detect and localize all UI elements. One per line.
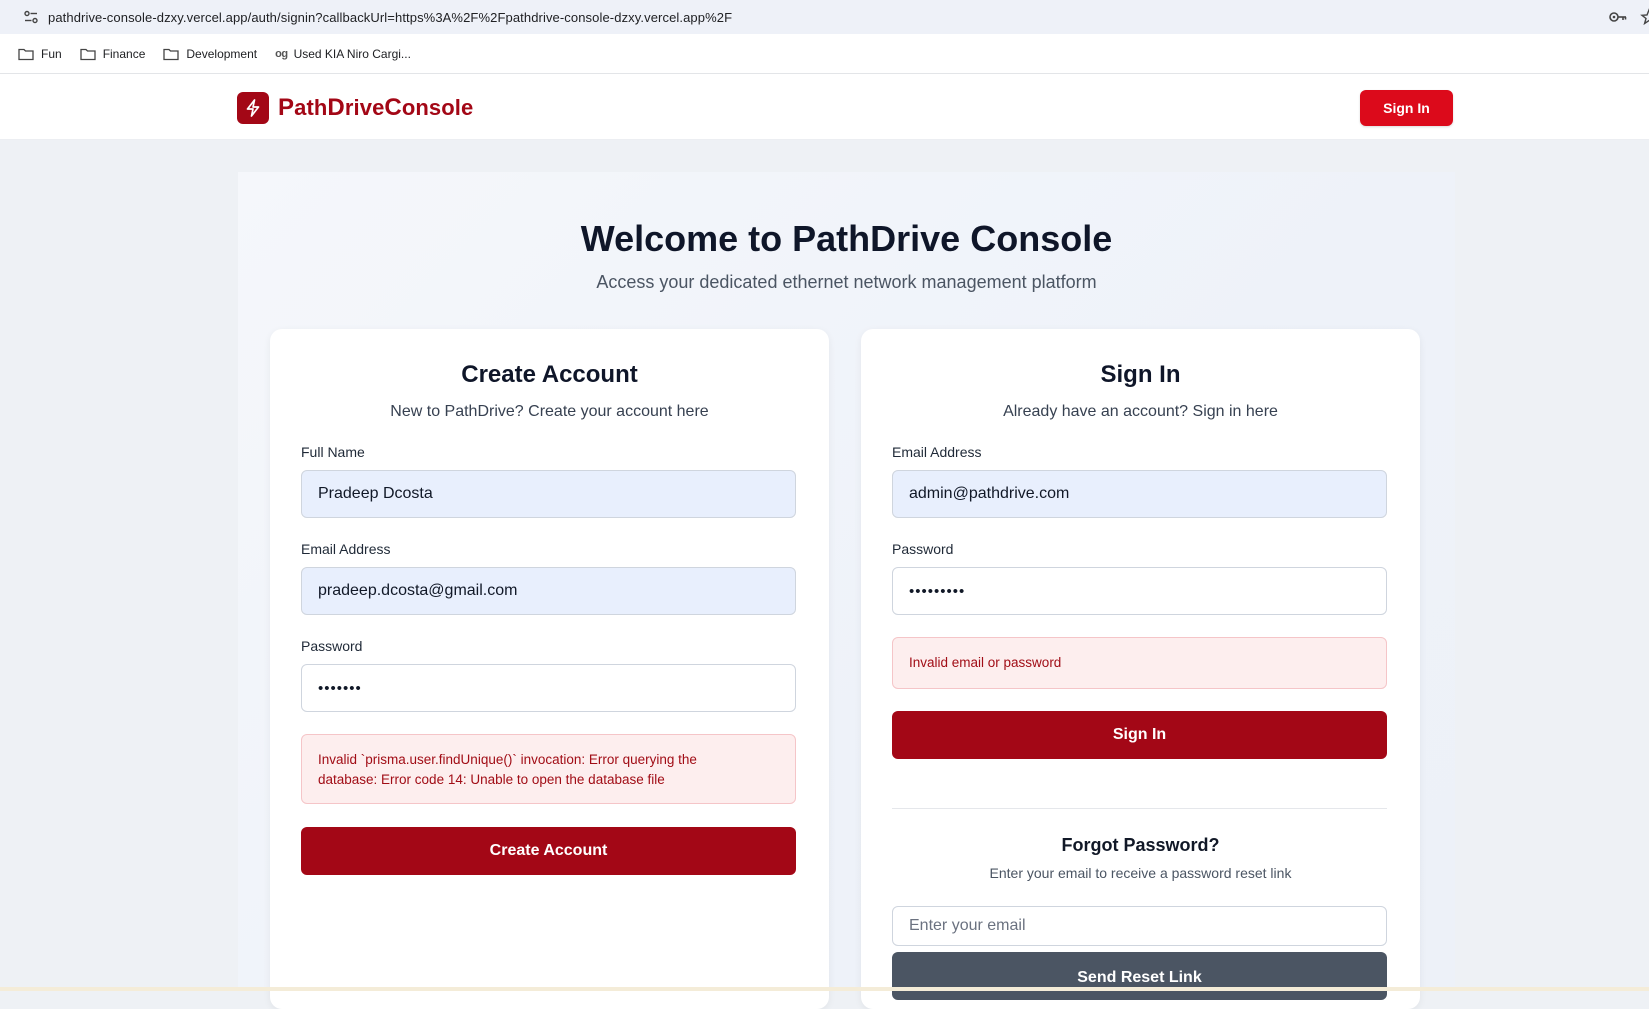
logo-part: onsole xyxy=(401,95,474,120)
og-site-icon: og xyxy=(275,47,288,60)
logo-letter: P xyxy=(278,94,295,121)
signin-email-label: Email Address xyxy=(892,444,982,460)
forgot-password-title: Forgot Password? xyxy=(1061,835,1220,855)
create-account-subtitle: New to PathDrive? Create your account he… xyxy=(390,403,709,420)
divider xyxy=(892,808,1387,809)
bookmark-label: Finance xyxy=(102,46,146,61)
logo-badge[interactable] xyxy=(237,92,269,124)
forgot-password-description: Enter your email to receive a password r… xyxy=(989,865,1292,881)
sign-in-button[interactable]: Sign In xyxy=(892,711,1387,759)
page-subtitle: Access your dedicated ethernet network m… xyxy=(596,272,1097,292)
bookmark-label: Used KIA Niro Cargi... xyxy=(293,46,411,61)
password-key-icon[interactable] xyxy=(1608,8,1628,26)
sign-in-subtitle: Already have an account? Sign in here xyxy=(1003,403,1278,420)
sign-in-title: Sign In xyxy=(1100,361,1181,388)
folder-icon xyxy=(163,48,180,60)
main-panel: Welcome to PathDrive Console Access your… xyxy=(238,172,1455,1009)
app-header: PathDriveConsole Sign In xyxy=(0,74,1649,140)
send-reset-link-button[interactable]: Send Reset Link xyxy=(892,952,1387,1000)
folder-icon xyxy=(80,48,96,60)
signup-email-input[interactable] xyxy=(301,567,796,615)
signup-password-label: Password xyxy=(301,638,363,654)
page-title: Welcome to PathDrive Console xyxy=(580,218,1113,259)
bookmark-label: Development xyxy=(186,46,258,61)
window-bottom-edge xyxy=(0,987,1649,991)
signin-password-input[interactable] xyxy=(892,567,1387,615)
signup-error-line: Invalid `prisma.user.findUnique()` invoc… xyxy=(318,752,697,767)
sign-in-card: Sign In Already have an account? Sign in… xyxy=(861,329,1420,1009)
full-name-input[interactable] xyxy=(301,470,796,518)
header-sign-in-button[interactable]: Sign In xyxy=(1360,90,1453,126)
logo-part: ath xyxy=(294,95,328,120)
signup-error-alert: Invalid `prisma.user.findUnique()` invoc… xyxy=(301,734,796,804)
reset-email-input[interactable] xyxy=(892,906,1387,946)
signup-email-label: Email Address xyxy=(301,541,391,557)
browser-url-bar[interactable]: pathdrive-console-dzxy.vercel.app/auth/s… xyxy=(0,0,1649,34)
logo-letter: D xyxy=(327,94,345,121)
logo-letter: C xyxy=(384,94,402,121)
create-account-title: Create Account xyxy=(461,361,638,388)
signin-email-input[interactable] xyxy=(892,470,1387,518)
signin-password-label: Password xyxy=(892,541,954,557)
url-text[interactable]: pathdrive-console-dzxy.vercel.app/auth/s… xyxy=(48,10,732,25)
bookmark-fun[interactable]: Fun xyxy=(18,47,62,61)
lightning-bolt-icon xyxy=(246,99,260,117)
site-info-icon[interactable] xyxy=(22,8,40,26)
signin-error-alert: Invalid email or password xyxy=(892,637,1387,689)
full-name-label: Full Name xyxy=(301,444,365,460)
bookmark-label: Fun xyxy=(41,46,62,61)
signup-password-input[interactable] xyxy=(301,664,796,712)
bookmark-finance[interactable]: Finance xyxy=(80,46,146,61)
bookmark-star-icon[interactable] xyxy=(1640,8,1649,26)
folder-icon xyxy=(18,48,34,60)
signup-error-line: database: Error code 14: Unable to open … xyxy=(318,772,665,787)
bookmarks-bar: Fun Finance Development og Used KIA Niro… xyxy=(0,34,1649,74)
logo-part: rive xyxy=(344,95,385,120)
create-account-button[interactable]: Create Account xyxy=(301,827,796,875)
create-account-card: Create Account New to PathDrive? Create … xyxy=(270,329,829,1009)
logo-wordmark[interactable]: PathDriveConsole xyxy=(278,94,473,122)
bookmark-used-kia-niro[interactable]: og Used KIA Niro Cargi... xyxy=(275,47,411,61)
bookmark-development[interactable]: Development xyxy=(163,47,257,61)
